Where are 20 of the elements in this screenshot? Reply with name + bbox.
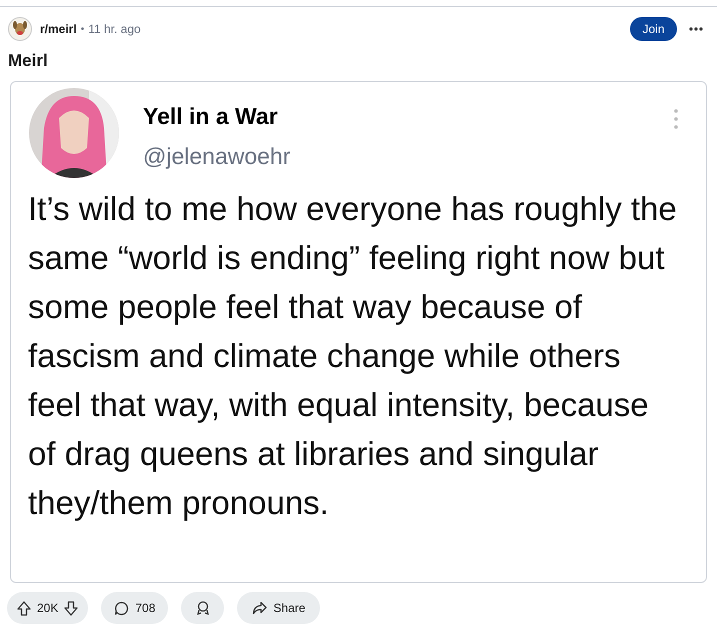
display-name: Yell in a War [143,102,279,130]
comments-button[interactable]: 708 [101,592,168,624]
handle: @jelenawoehr [143,142,290,170]
share-icon [252,601,268,615]
subreddit-link[interactable]: r/meirl [40,20,77,38]
more-options-icon [674,108,678,130]
award-button[interactable] [181,592,224,624]
award-icon [196,600,210,616]
upvote-icon[interactable] [17,600,31,616]
share-button[interactable]: Share [237,592,320,624]
post-title: Meirl [7,50,49,72]
comment-icon [114,600,130,616]
downvote-icon[interactable] [64,600,78,616]
more-options-icon[interactable] [689,27,703,31]
vote-count: 20K [37,600,58,617]
tweet-text: It’s wild to me how everyone has roughly the same “world is ending” feeling right now but some people feel that way because of fascism and climate change while others feel that way, with equal intensity, because of drag queens at libraries and singular they/them pronouns. [28,189,678,523]
separator: • [80,22,84,36]
subreddit-icon[interactable] [8,17,32,41]
post-time: 11 hr. ago [88,21,141,38]
join-button[interactable]: Join [630,17,677,41]
